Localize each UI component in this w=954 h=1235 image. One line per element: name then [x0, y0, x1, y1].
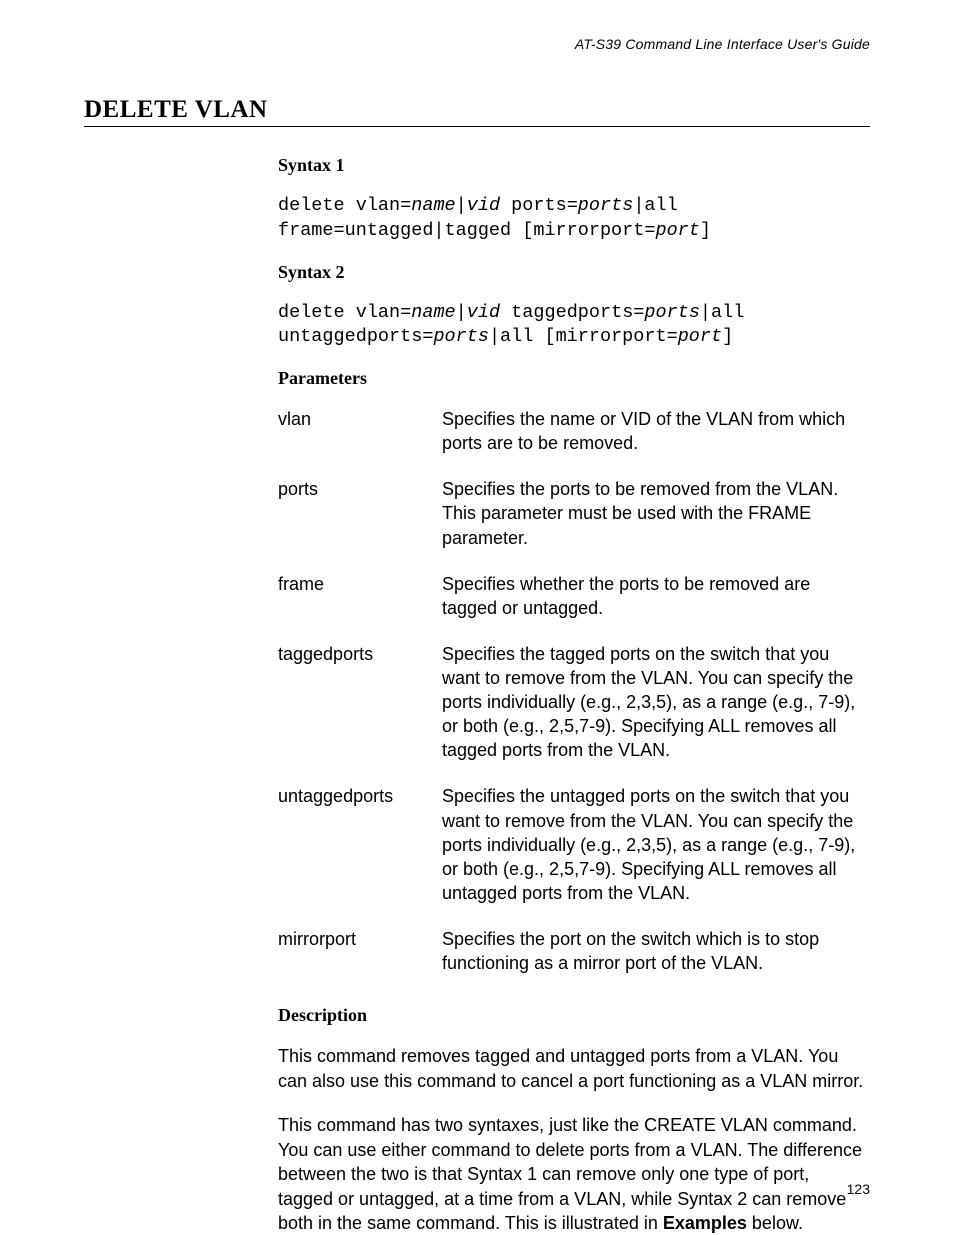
running-head: AT-S39 Command Line Interface User's Gui…	[84, 36, 870, 52]
param-name: untaggedports	[278, 784, 442, 927]
content-column: Syntax 1 delete vlan=name|vid ports=port…	[278, 155, 868, 1235]
section-head-parameters: Parameters	[278, 368, 868, 389]
description-paragraph: This command has two syntaxes, just like…	[278, 1113, 868, 1235]
section-head-description: Description	[278, 1005, 868, 1026]
table-row: mirrorport Specifies the port on the swi…	[278, 927, 868, 997]
syntax1-block: delete vlan=name|vid ports=ports|all fra…	[278, 194, 868, 244]
param-desc: Specifies the tagged ports on the switch…	[442, 642, 868, 785]
title-rule: DELETE VLAN	[84, 96, 870, 127]
table-row: frame Specifies whether the ports to be …	[278, 572, 868, 642]
param-name: ports	[278, 477, 442, 571]
table-row: vlan Specifies the name or VID of the VL…	[278, 407, 868, 477]
examples-ref: Examples	[663, 1213, 747, 1233]
param-desc: Specifies whether the ports to be remove…	[442, 572, 868, 642]
param-name: taggedports	[278, 642, 442, 785]
param-desc: Specifies the untagged ports on the swit…	[442, 784, 868, 927]
param-name: frame	[278, 572, 442, 642]
table-row: taggedports Specifies the tagged ports o…	[278, 642, 868, 785]
param-name: vlan	[278, 407, 442, 477]
page-title: DELETE VLAN	[84, 96, 870, 124]
parameters-table: vlan Specifies the name or VID of the VL…	[278, 407, 868, 997]
section-head-syntax1: Syntax 1	[278, 155, 868, 176]
description-paragraph: This command removes tagged and untagged…	[278, 1044, 868, 1093]
syntax2-block: delete vlan=name|vid taggedports=ports|a…	[278, 301, 868, 351]
param-desc: Specifies the port on the switch which i…	[442, 927, 868, 997]
section-head-syntax2: Syntax 2	[278, 262, 868, 283]
param-desc: Specifies the ports to be removed from t…	[442, 477, 868, 571]
param-name: mirrorport	[278, 927, 442, 997]
param-desc: Specifies the name or VID of the VLAN fr…	[442, 407, 868, 477]
page: AT-S39 Command Line Interface User's Gui…	[0, 0, 954, 1235]
page-number: 123	[847, 1181, 870, 1197]
table-row: ports Specifies the ports to be removed …	[278, 477, 868, 571]
table-row: untaggedports Specifies the untagged por…	[278, 784, 868, 927]
